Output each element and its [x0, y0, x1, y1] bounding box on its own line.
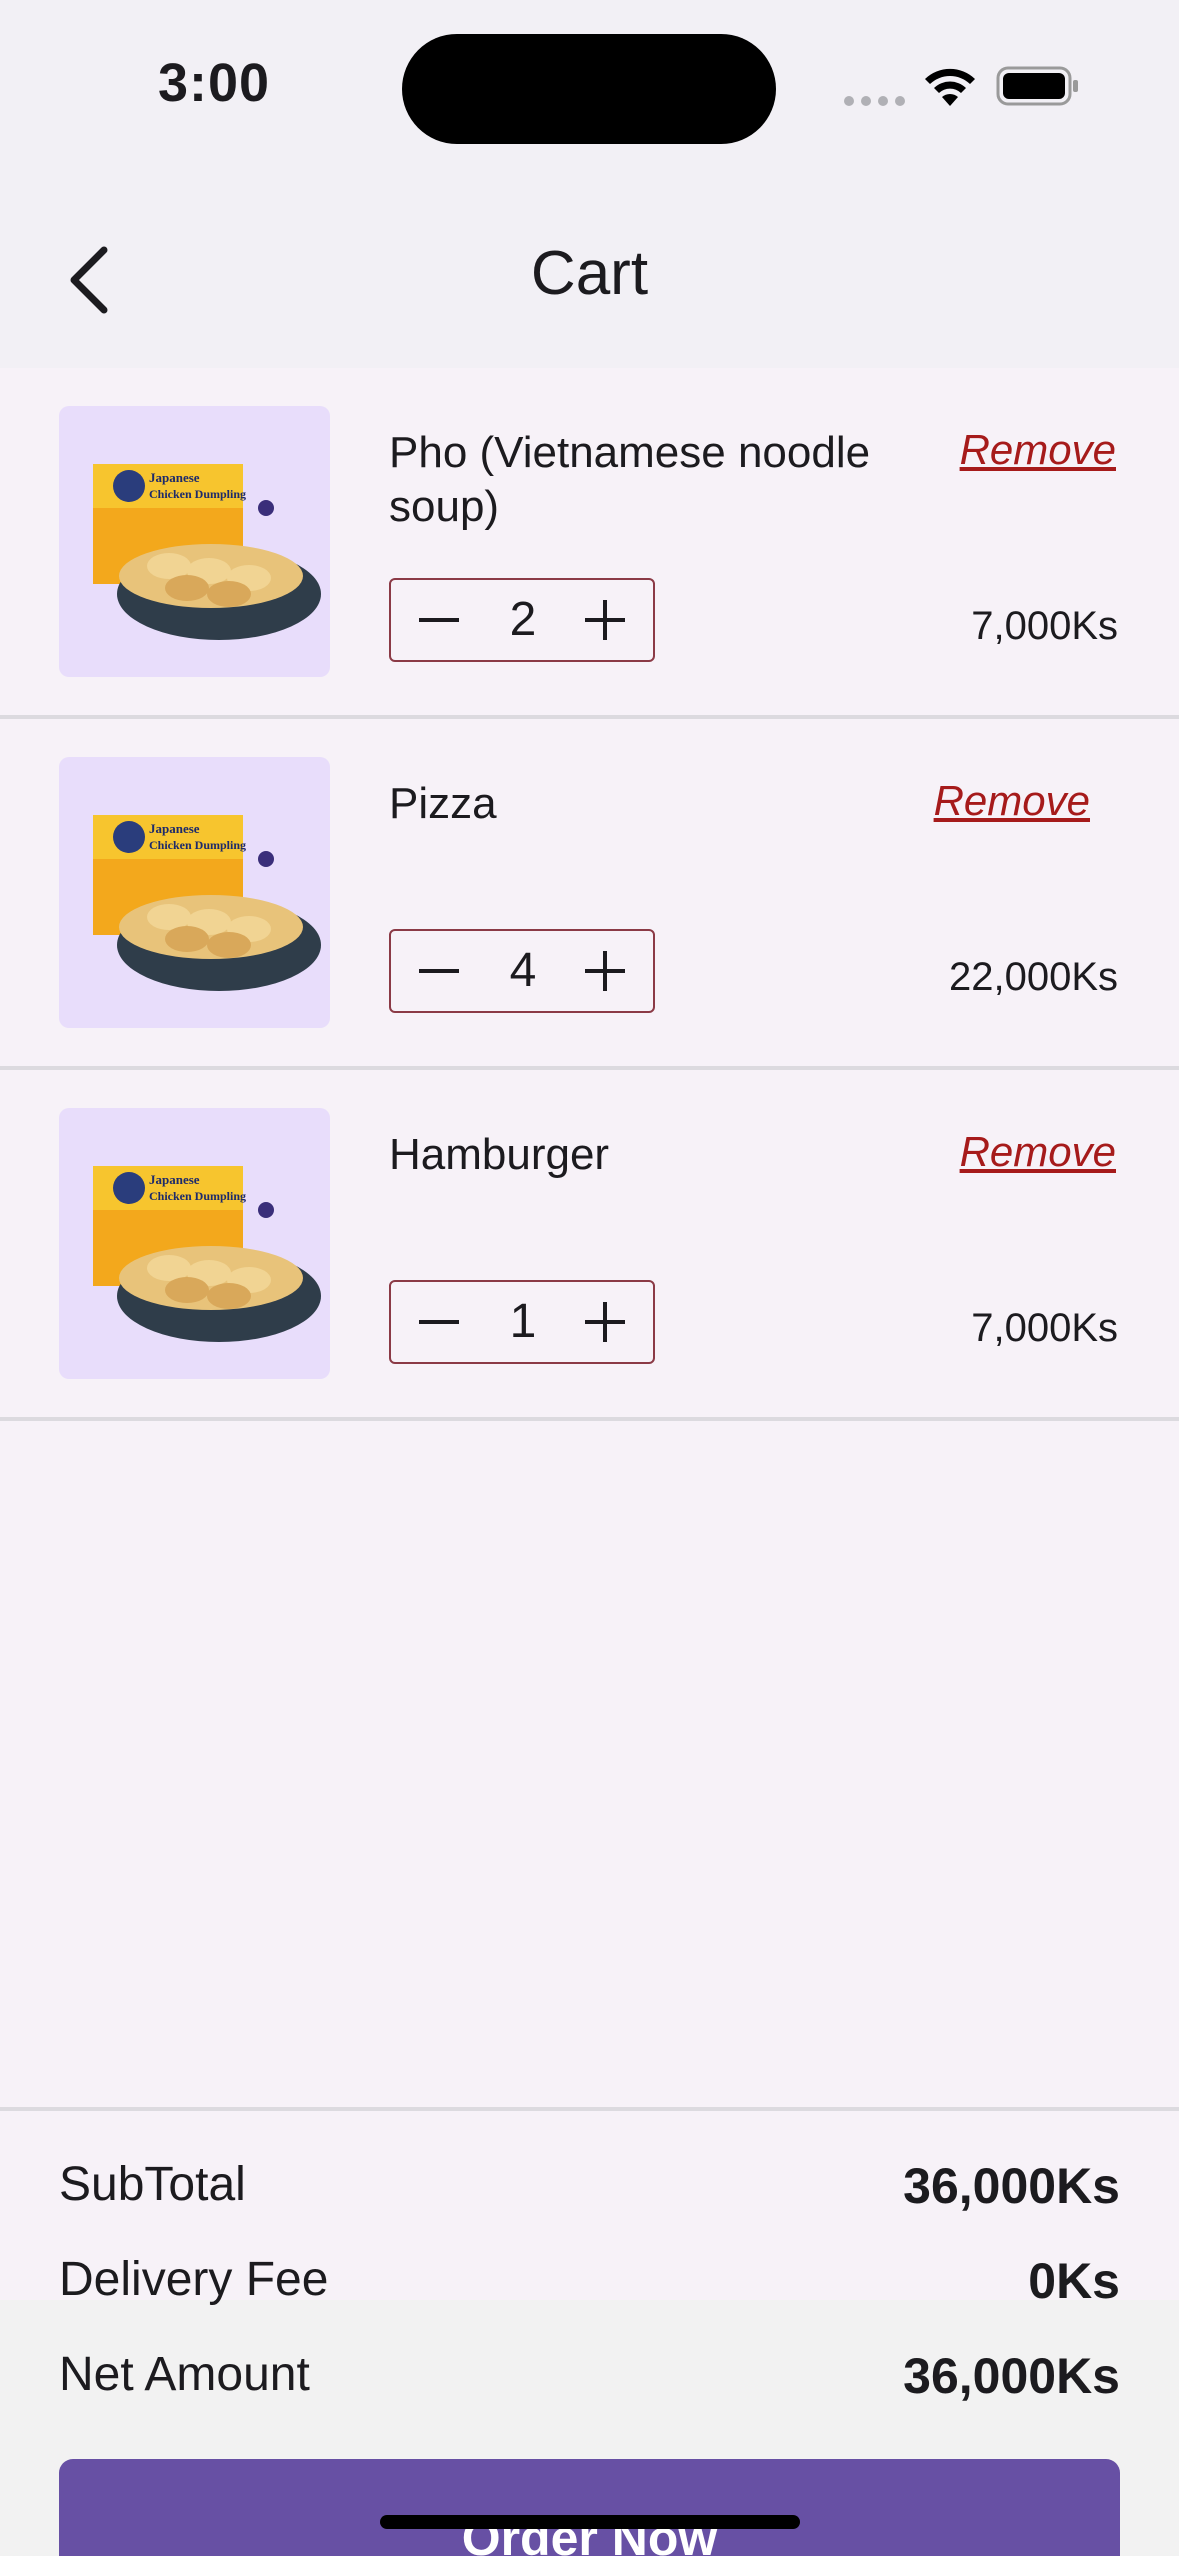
net-amount-value: 36,000Ks	[903, 2348, 1120, 2404]
cart-item: Japanese Chicken Dumpling Pizza Remove 4…	[0, 719, 1179, 1070]
item-name: Pizza	[389, 779, 497, 828]
remove-button[interactable]: Remove	[960, 426, 1116, 474]
food-thumbnail: Japanese Chicken Dumpling	[59, 1108, 330, 1379]
food-thumbnail: Japanese Chicken Dumpling	[59, 406, 330, 677]
delivery-fee-value: 0Ks	[1028, 2253, 1120, 2309]
food-thumbnail: Japanese Chicken Dumpling	[59, 757, 330, 1028]
page-title: Cart	[530, 239, 649, 308]
order-summary: SubTotal 36,000Ks Delivery Fee 0Ks Net A…	[0, 2107, 1179, 2556]
item-price: 7,000Ks	[971, 1306, 1118, 1350]
item-name: Pho (Vietnamese noodle soup)	[389, 428, 871, 531]
dynamic-island	[402, 34, 776, 144]
app-bar: Cart	[0, 180, 1179, 368]
decrease-button[interactable]	[399, 931, 479, 1011]
item-price: 7,000Ks	[971, 604, 1118, 648]
quantity-stepper: 4	[389, 929, 655, 1013]
status-time: 3:00	[158, 53, 271, 113]
quantity-value: 4	[509, 944, 537, 997]
svg-text:Chicken Dumpling: Chicken Dumpling	[149, 487, 246, 501]
item-name: Hamburger	[389, 1130, 610, 1179]
order-now-button[interactable]: Order Now	[59, 2459, 1120, 2556]
remove-button[interactable]: Remove	[960, 1128, 1116, 1176]
net-amount-row: Net Amount 36,000Ks	[59, 2347, 1120, 2417]
signal-icon	[844, 96, 906, 106]
subtotal-value: 36,000Ks	[903, 2158, 1120, 2214]
status-bar: 3:00	[0, 0, 1179, 180]
quantity-stepper: 2	[389, 578, 655, 662]
wifi-icon	[922, 66, 978, 110]
svg-text:Japanese: Japanese	[149, 470, 200, 485]
quantity-stepper: 1	[389, 1280, 655, 1364]
delivery-fee-row: Delivery Fee 0Ks	[59, 2252, 1120, 2322]
net-amount-label: Net Amount	[59, 2348, 310, 2401]
delivery-fee-label: Delivery Fee	[59, 2253, 329, 2306]
cart-item: Japanese Chicken Dumpling Hamburger Remo…	[0, 1070, 1179, 1421]
item-price: 22,000Ks	[948, 955, 1118, 999]
svg-text:Chicken Dumpling: Chicken Dumpling	[149, 1189, 246, 1203]
decrease-button[interactable]	[399, 580, 479, 660]
cart-content: Japanese Chicken Dumpling Pho (Vietnames…	[0, 368, 1179, 2556]
quantity-value: 1	[509, 1295, 537, 1348]
battery-icon	[996, 66, 1080, 106]
increase-button[interactable]	[565, 1282, 645, 1362]
quantity-value: 2	[509, 593, 537, 646]
svg-text:Chicken Dumpling: Chicken Dumpling	[149, 838, 246, 852]
svg-text:Japanese: Japanese	[149, 821, 200, 836]
svg-text:Japanese: Japanese	[149, 1172, 200, 1187]
decrease-button[interactable]	[399, 1282, 479, 1362]
subtotal-row: SubTotal 36,000Ks	[59, 2157, 1120, 2227]
subtotal-label: SubTotal	[59, 2158, 246, 2211]
remove-button[interactable]: Remove	[934, 777, 1090, 825]
cart-item: Japanese Chicken Dumpling Pho (Vietnames…	[0, 368, 1179, 719]
home-indicator	[380, 2515, 800, 2529]
increase-button[interactable]	[565, 931, 645, 1011]
increase-button[interactable]	[565, 580, 645, 660]
